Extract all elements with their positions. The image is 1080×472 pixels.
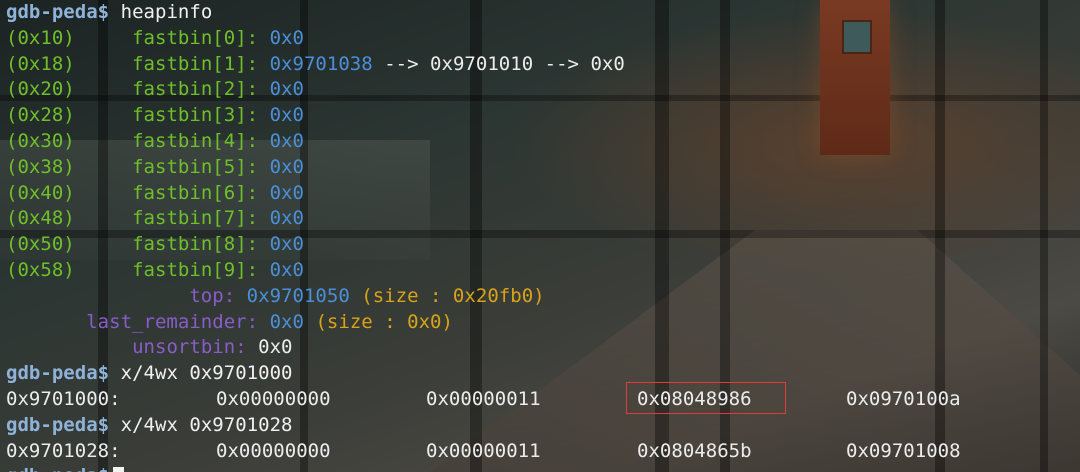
unsortbin-row: unsortbin: 0x0 [6, 335, 625, 361]
terminal-output: gdb-peda$ heapinfo (0x10) fastbin[0]: 0x… [6, 0, 961, 472]
fastbin-chain: --> 0x9701010 --> 0x0 [384, 52, 625, 75]
fastbin-row: (0x38) fastbin[5]: 0x0 [6, 155, 625, 181]
command-text: x/4wx 0x9701028 [120, 413, 293, 436]
last-remainder-row: last_remainder: 0x0 (size : 0x0) [6, 310, 625, 336]
fastbin-size: (0x38) [6, 155, 75, 178]
top-label: top: [189, 284, 236, 307]
fastbin-size: (0x18) [6, 52, 75, 75]
fastbin-value: 0x0 [269, 181, 304, 204]
fastbin-size: (0x58) [6, 258, 75, 281]
fastbin-label: fastbin[6]: [132, 181, 259, 204]
fastbin-row: (0x50) fastbin[8]: 0x0 [6, 232, 625, 258]
last-remainder-label: last_remainder: [86, 310, 259, 333]
fastbin-label: fastbin[9]: [132, 258, 259, 281]
prompt: gdb-peda$ [6, 1, 110, 23]
fastbin-label: fastbin[4]: [132, 129, 259, 152]
command-text: x/4wx 0x9701000 [120, 362, 293, 385]
fastbin-value: 0x9701038 [269, 52, 373, 75]
top-row: top: 0x9701050 (size : 0x20fb0) [6, 284, 625, 310]
fastbin-row: (0x58) fastbin[9]: 0x0 [6, 258, 625, 284]
command-line-x1: gdb-peda$ x/4wx 0x9701000 [6, 361, 625, 387]
fastbin-value: 0x0 [269, 258, 304, 281]
dump-word: 0x00000000 [216, 439, 331, 462]
fastbin-label: fastbin[2]: [132, 78, 259, 101]
current-prompt-line[interactable]: gdb-peda$ [6, 464, 625, 472]
dump-address: 0x9701028: [6, 439, 121, 462]
dump-address: 0x9701000: [6, 387, 121, 410]
command-text: heapinfo [120, 1, 213, 23]
fastbin-size: (0x40) [6, 181, 75, 204]
fastbin-size: (0x30) [6, 129, 75, 152]
fastbin-row: (0x30) fastbin[4]: 0x0 [6, 129, 625, 155]
memory-dump-row: 0x9701000: 0x00000000 0x00000011 0x08048… [6, 387, 961, 413]
last-remainder-size: (size : 0x0) [315, 310, 453, 333]
fastbin-value: 0x0 [269, 155, 304, 178]
fastbin-value: 0x0 [269, 104, 304, 127]
fastbin-label: fastbin[5]: [132, 155, 259, 178]
fastbin-value: 0x0 [269, 233, 304, 256]
top-size: (size : 0x20fb0) [361, 284, 545, 307]
fastbin-row: (0x10) fastbin[0]: 0x0 [6, 26, 625, 52]
fastbin-label: fastbin[3]: [132, 104, 259, 127]
fastbin-value: 0x0 [269, 207, 304, 230]
text-cursor[interactable] [113, 467, 125, 472]
fastbin-value: 0x0 [269, 26, 304, 49]
fastbin-row: (0x18) fastbin[1]: 0x9701038 --> 0x97010… [6, 52, 625, 78]
prompt: gdb-peda$ [6, 362, 110, 385]
fastbin-label: fastbin[0]: [132, 26, 259, 49]
command-line-heapinfo: gdb-peda$ heapinfo [6, 0, 625, 26]
dump-word: 0x00000000 [216, 387, 331, 410]
fastbin-value: 0x0 [269, 129, 304, 152]
unsortbin-value: 0x0 [258, 336, 293, 359]
memory-dump-row: 0x9701028: 0x00000000 0x00000011 0x08048… [6, 439, 961, 465]
terminal-window[interactable]: gdb-peda$ heapinfo (0x10) fastbin[0]: 0x… [0, 0, 1080, 472]
dump-word-highlighted: 0x08048986 [637, 387, 752, 410]
dump-word: 0x0804865b [637, 439, 752, 462]
fastbin-value: 0x0 [269, 78, 304, 101]
command-line-x2: gdb-peda$ x/4wx 0x9701028 [6, 413, 625, 439]
fastbin-size: (0x10) [6, 26, 75, 49]
fastbin-label: fastbin[1]: [132, 52, 259, 75]
fastbin-row: (0x40) fastbin[6]: 0x0 [6, 181, 625, 207]
dump-word: 0x00000011 [426, 387, 541, 410]
fastbin-row: (0x48) fastbin[7]: 0x0 [6, 206, 625, 232]
fastbin-row: (0x28) fastbin[3]: 0x0 [6, 103, 625, 129]
last-remainder-value: 0x0 [269, 310, 304, 333]
top-value: 0x9701050 [246, 284, 350, 307]
unsortbin-label: unsortbin: [132, 336, 247, 359]
fastbin-size: (0x50) [6, 233, 75, 256]
fastbin-size: (0x28) [6, 104, 75, 127]
dump-word: 0x00000011 [426, 439, 541, 462]
fastbin-size: (0x20) [6, 78, 75, 101]
fastbin-size: (0x48) [6, 207, 75, 230]
fastbin-label: fastbin[8]: [132, 233, 259, 256]
fastbin-label: fastbin[7]: [132, 207, 259, 230]
fastbin-row: (0x20) fastbin[2]: 0x0 [6, 77, 625, 103]
dump-word: 0x0970100a [846, 387, 961, 410]
dump-word: 0x09701008 [846, 439, 961, 462]
